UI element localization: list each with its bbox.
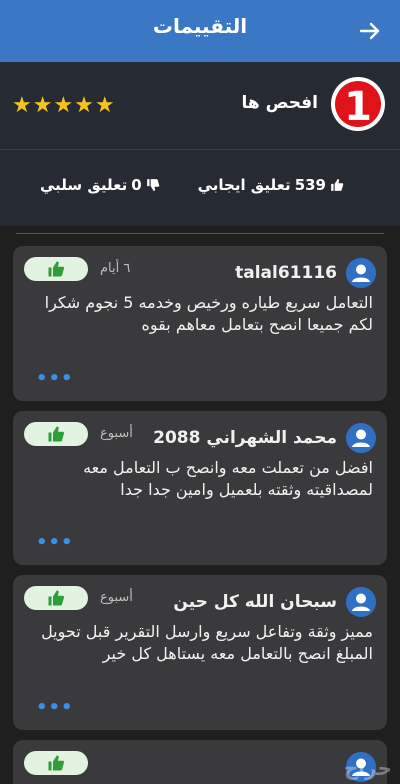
thumbs-up-icon — [48, 426, 65, 442]
like-button[interactable] — [24, 586, 88, 610]
reviewer-name[interactable]: سبحان الله كل حين — [173, 592, 337, 612]
thumbs-down-icon — [146, 179, 159, 191]
reviewer-name[interactable]: محمد الشهراني 2088 — [153, 428, 337, 448]
thumbs-up-icon — [48, 755, 65, 771]
user-avatar-icon — [346, 423, 376, 453]
review-time: ٦ أيام — [100, 261, 131, 276]
like-button[interactable] — [24, 422, 88, 446]
haraj-watermark: حراج — [343, 756, 392, 780]
review-text: افضل من تعملت معه وانصح ب التعامل معه لم… — [83, 458, 373, 499]
thumbs-up-icon — [48, 590, 65, 606]
review-card: talal61116 ٦ أيام التعامل سريع طياره ورخ… — [13, 246, 387, 401]
review-time: أسبوع — [100, 590, 133, 605]
more-options-button[interactable]: ••• — [36, 368, 74, 389]
review-card — [13, 740, 387, 784]
negative-count: 0 تعليق سلبي — [40, 176, 160, 194]
rank-one-icon: 1 — [331, 77, 385, 131]
feed-divider — [16, 233, 384, 234]
like-button[interactable] — [24, 257, 88, 281]
like-button[interactable] — [24, 751, 88, 775]
reviewer-name[interactable]: talal61116 — [235, 263, 337, 283]
review-text: مميز وثقة وتفاعل سريع وارسل التقرير قبل … — [41, 622, 373, 663]
rating-summary: 1 افحص ها ★★★★★ 539 تعليق ايجابي 0 تعليق… — [0, 62, 400, 226]
review-text: التعامل سريع طياره ورخيص وخدمه 5 نجوم شك… — [44, 293, 373, 334]
rating-stars: ★★★★★ — [12, 93, 116, 118]
arrow-right-icon[interactable] — [358, 19, 382, 43]
positive-count: 539 تعليق ايجابي — [198, 176, 344, 194]
app-bar: التقييمات — [0, 0, 400, 62]
thumbs-up-icon — [48, 261, 65, 277]
svg-text:1: 1 — [344, 84, 372, 130]
seller-name: افحص ها — [241, 93, 319, 113]
review-card: سبحان الله كل حين أسبوع مميز وثقة وتفاعل… — [13, 575, 387, 730]
review-time: أسبوع — [100, 426, 133, 441]
user-avatar-icon — [346, 258, 376, 288]
user-avatar-icon — [346, 587, 376, 617]
review-card: محمد الشهراني 2088 أسبوع افضل من تعملت م… — [13, 411, 387, 565]
summary-divider — [0, 149, 400, 150]
more-options-button[interactable]: ••• — [36, 697, 74, 718]
more-options-button[interactable]: ••• — [36, 532, 74, 553]
thumbs-up-icon — [331, 179, 344, 191]
page-title: التقييمات — [152, 14, 248, 38]
